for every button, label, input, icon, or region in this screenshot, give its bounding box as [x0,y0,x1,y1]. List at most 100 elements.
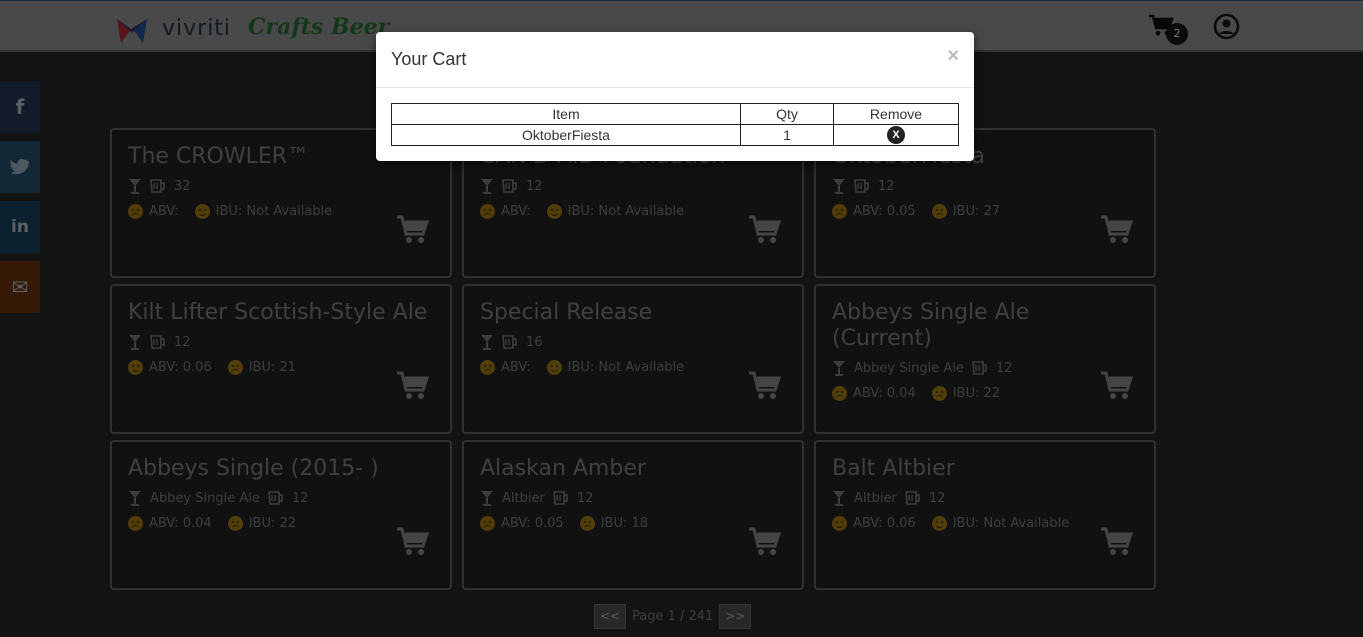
close-icon[interactable]: × [947,45,959,68]
can-icon [502,334,517,349]
cart-item-qty: 1 [740,124,834,146]
column-header-item: Item [391,103,741,125]
twitter-icon [10,159,29,175]
glass-icon [481,335,493,350]
glass-icon [481,179,493,194]
column-header-remove: Remove [833,103,959,125]
beer-ounces: 12 [928,490,946,506]
page-indicator: Page 1 / 241 [632,608,714,624]
sad-face-icon [128,204,143,219]
beer-style: Altbier [854,490,897,506]
beer-card: Balt Altbier Altbier 12 ABV: 0.06 IBU: Not A… [814,440,1156,590]
add-to-cart-button[interactable] [748,214,782,246]
beer-ratings: ABV: IBU: Not Available [480,360,786,375]
beer-style: Abbey Single Ale [854,360,964,376]
can-icon [150,334,165,349]
email-share-button[interactable]: ✉ [0,261,40,313]
sad-face-icon [832,386,847,401]
beer-abv: ABV: 0.04 [853,386,916,401]
sad-face-icon [931,204,947,219]
next-page-button[interactable]: >> [719,603,752,629]
beer-meta: 16 [480,334,786,350]
add-to-cart-button[interactable] [396,370,430,402]
beer-ratings: ABV: 0.05 IBU: 27 [832,204,1138,219]
add-to-cart-button[interactable] [1100,370,1134,402]
glass-icon [481,491,493,506]
glass-icon [129,179,141,194]
beer-ratings: ABV: 0.06 IBU: 21 [128,360,434,375]
happy-face-icon [832,516,847,531]
beer-ounces: 12 [995,360,1013,376]
beer-ibu: IBU: Not Available [567,360,685,375]
facebook-share-button[interactable]: f [0,81,40,133]
beer-title: Abbeys Single (2015- ) [128,456,379,481]
remove-item-button[interactable]: X [887,126,905,145]
beer-abv: ABV: 0.06 [853,516,916,531]
add-to-cart-button[interactable] [1100,214,1134,246]
sad-face-icon [227,360,243,375]
twitter-share-button[interactable] [0,141,40,193]
cart-item-name: OktoberFiesta [391,124,741,146]
beer-ibu: IBU: Not Available [952,516,1070,531]
beer-ibu: IBU: 22 [248,516,297,531]
beer-meta: Altbier 12 [832,490,1138,506]
beer-card: Alaskan Amber Altbier 12 ABV: 0.05 IBU: 18 [462,440,804,590]
beer-ibu: IBU: 21 [248,360,297,375]
email-icon: ✉ [11,275,29,299]
can-icon [552,490,568,505]
beer-abv: ABV: [501,204,531,219]
add-cart-icon [396,371,430,406]
beer-abv: ABV: [149,204,179,219]
beer-ounces: 12 [291,490,309,506]
add-to-cart-button[interactable] [1100,526,1134,558]
add-cart-icon [396,527,430,562]
can-icon [904,490,920,505]
can-icon [502,178,517,193]
beer-meta: Abbey Single Ale 12 [128,490,434,506]
glass-icon [833,179,845,194]
add-cart-icon [1100,527,1134,562]
beer-ounces: 16 [526,334,543,350]
app-name: Crafts Beer [248,14,390,40]
add-to-cart-button[interactable] [396,214,430,246]
beer-ibu: IBU: 27 [952,204,1001,219]
linkedin-share-button[interactable]: in [0,201,40,253]
add-to-cart-button[interactable] [396,526,430,558]
beer-meta: 12 [832,178,1138,194]
prev-page-button[interactable]: << [594,603,626,629]
beer-card: Kilt Lifter Scottish-Style Ale 12 ABV: 0.0… [110,284,452,434]
user-icon[interactable] [1213,13,1240,40]
beer-ratings: ABV: 0.05 IBU: 18 [480,516,786,531]
beer-card: Special Release 16 ABV: IBU: Not Available [462,284,804,434]
beer-ounces: 12 [526,178,543,194]
beer-card: Abbeys Single Ale (Current) Abbey Single … [814,284,1156,434]
cart-button[interactable]: 2 [1148,14,1188,45]
beer-ibu: IBU: Not Available [215,204,333,219]
sad-face-icon [227,516,243,531]
beer-style: Abbey Single Ale [150,490,260,506]
beer-ibu: IBU: 18 [600,516,649,531]
add-cart-icon [748,371,782,406]
can-icon [971,360,987,375]
add-to-cart-button[interactable] [748,370,782,402]
cart-modal: Your Cart × Item Qty Remove OktoberFiest… [376,32,974,161]
beer-ratings: ABV: IBU: Not Available [480,204,786,219]
add-cart-icon [748,215,782,250]
sad-face-icon [832,204,847,219]
sad-face-icon [480,360,495,375]
add-cart-icon [1100,371,1134,406]
column-header-qty: Qty [740,103,834,125]
glass-icon [129,335,141,350]
beer-abv: ABV: 0.04 [149,516,212,531]
beer-style: Altbier [502,490,545,506]
happy-face-icon [546,360,562,375]
sad-face-icon [128,516,143,531]
happy-face-icon [931,516,947,531]
table-row: OktoberFiesta 1 X [391,124,959,146]
add-to-cart-button[interactable] [748,526,782,558]
sad-face-icon [579,516,595,531]
can-icon [150,178,165,193]
add-cart-icon [396,215,430,250]
happy-face-icon [128,360,143,375]
beer-ratings: ABV: IBU: Not Available [128,204,434,219]
